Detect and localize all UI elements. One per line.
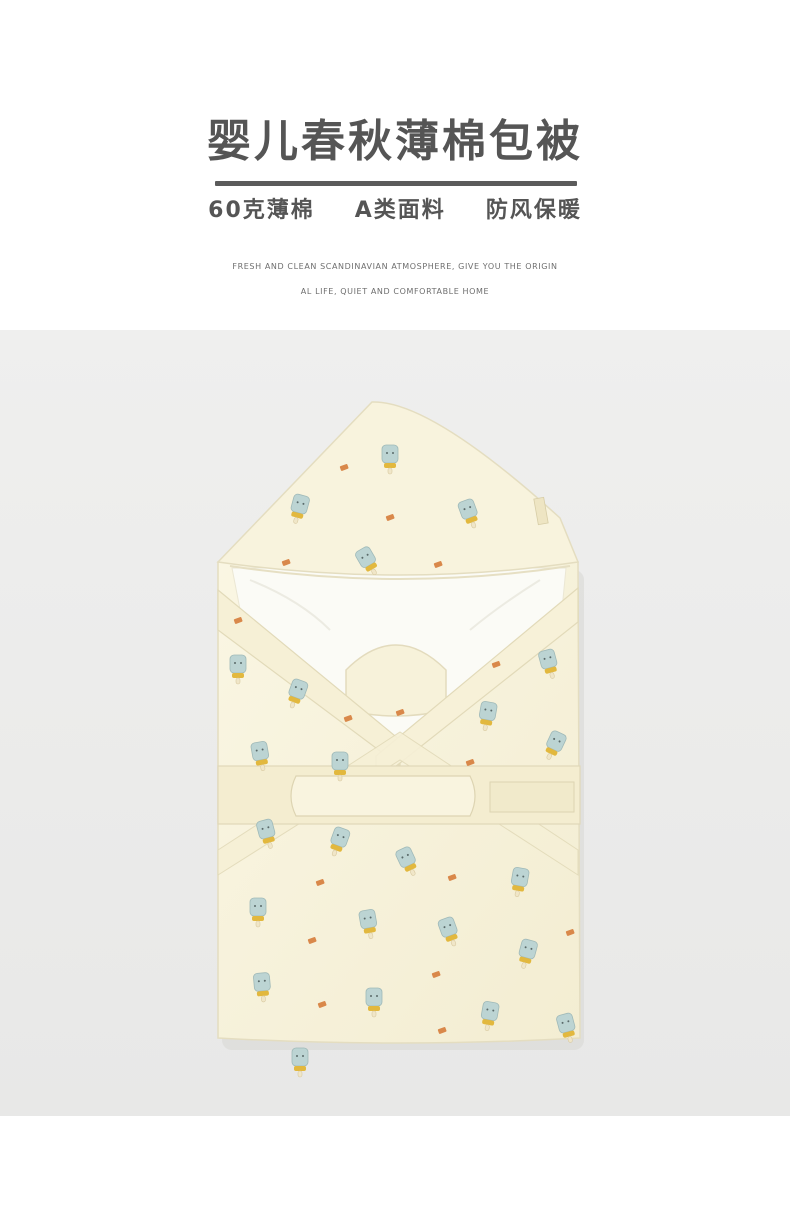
belt-velcro-patch bbox=[489, 781, 575, 813]
swaddle-blanket-illustration bbox=[0, 330, 790, 1116]
title-divider bbox=[215, 181, 577, 186]
page-title: 婴儿春秋薄棉包被 bbox=[207, 116, 583, 167]
belt-strap bbox=[290, 775, 476, 817]
tagline-line-1: FRESH AND CLEAN SCANDINAVIAN ATMOSPHERE,… bbox=[232, 262, 558, 271]
tagline-line-2: AL LIFE, QUIET AND COMFORTABLE HOME bbox=[300, 287, 490, 296]
feature-item: 60克薄棉 bbox=[208, 198, 315, 223]
header-section: 婴儿春秋薄棉包被 60克薄棉 A类面料 防风保暖 FRESH AND CLEAN… bbox=[0, 0, 790, 330]
product-photo bbox=[0, 330, 790, 1116]
footer-space bbox=[0, 1116, 790, 1232]
feature-item: 防风保暖 bbox=[485, 198, 582, 223]
feature-item: A类面料 bbox=[354, 198, 446, 223]
feature-list: 60克薄棉 A类面料 防风保暖 bbox=[0, 195, 790, 227]
